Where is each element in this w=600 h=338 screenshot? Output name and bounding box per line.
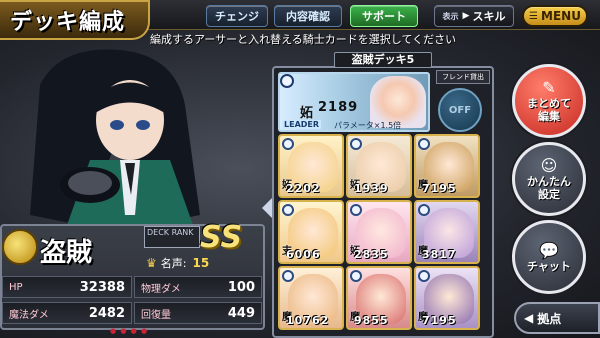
skill-icon — [350, 204, 362, 216]
stat-label: HP — [9, 281, 23, 293]
stat-label: 回復量 — [141, 309, 171, 321]
knight-card[interactable]: 魔 10762 — [278, 266, 344, 330]
deck-rank-label: DECK RANK — [147, 228, 194, 237]
knight-card[interactable]: 支 6006 — [278, 200, 344, 264]
stat-label: 魔法ダメ — [9, 309, 49, 321]
easy-setup-label: かんたん設定 — [527, 175, 571, 201]
skill-icon — [282, 204, 294, 216]
friend-lend-label: フレンド貸出 — [436, 70, 490, 84]
card-value: 2202 — [286, 182, 321, 195]
display-prefix-label: 表示 — [442, 11, 459, 21]
skill-icon — [282, 138, 294, 150]
toggle-state: OFF — [448, 104, 472, 116]
stats-grid: HP 32388 物理ダメ 100 魔法ダメ 2482 回復量 449 — [2, 276, 262, 326]
skill-icon — [280, 74, 294, 88]
leader-badge: LEADER — [282, 120, 322, 129]
home-base-label: 拠点 — [537, 311, 562, 326]
skill-icon — [282, 270, 294, 282]
support-button[interactable]: サポート — [350, 5, 418, 27]
card-value: 2835 — [354, 248, 389, 261]
stat-physical-damage: 物理ダメ 100 — [134, 276, 262, 298]
smile-icon: ☺ — [540, 156, 558, 175]
stat-value: 2482 — [88, 305, 125, 321]
change-button[interactable]: チェンジ — [206, 5, 268, 27]
leader-bonus: パラメータ×1.5倍 — [334, 121, 402, 130]
stat-label: 物理ダメ — [141, 283, 181, 295]
chat-bubble-icon: 💬 — [539, 240, 559, 260]
page-title: デッキ編成 — [10, 10, 126, 35]
skill-icon — [418, 204, 430, 216]
swap-arrow-icon: ▶ — [462, 11, 470, 21]
page-indicator: ● ● ● ● — [110, 327, 149, 335]
stat-magic-damage: 魔法ダメ 2482 — [2, 302, 132, 324]
bulk-edit-label: まとめて編集 — [527, 97, 571, 123]
skill-label: スキル — [472, 10, 506, 23]
card-value: 3817 — [422, 248, 457, 261]
deck-name: 盗賊デッキ5 — [334, 52, 432, 68]
knight-card[interactable]: 魔 7195 — [414, 266, 480, 330]
knight-card[interactable]: 魔 7195 — [414, 134, 480, 198]
stat-value: 32388 — [79, 279, 125, 295]
fame-value: 15 — [192, 256, 210, 270]
leader-class: 妬 — [300, 106, 314, 121]
prev-deck-arrow-icon[interactable] — [262, 198, 272, 218]
menu-label: MENU — [541, 9, 581, 23]
card-value: 7195 — [422, 182, 457, 195]
card-value: 7195 — [422, 314, 457, 327]
back-arrow-icon: ◀ — [524, 311, 534, 325]
card-value: 9855 — [354, 314, 389, 327]
card-value: 10762 — [286, 314, 330, 327]
content-check-button[interactable]: 内容確認 — [274, 5, 342, 27]
menu-icon: ☰ — [529, 10, 539, 22]
skill-icon — [350, 138, 362, 150]
knight-card[interactable]: 魔 9855 — [346, 266, 412, 330]
bulk-edit-button[interactable]: ✎ まとめて編集 — [512, 64, 586, 138]
stat-value: 449 — [227, 305, 255, 321]
friend-lend-toggle[interactable]: OFF — [438, 88, 482, 132]
knight-card[interactable]: 妬 1939 — [346, 134, 412, 198]
stat-value: 100 — [227, 279, 255, 295]
chat-button[interactable]: 💬 チャット — [512, 220, 586, 294]
leader-value: 2189 — [318, 100, 359, 115]
chat-label: チャット — [527, 259, 571, 273]
crown-icon: ♛ — [146, 256, 157, 270]
skill-icon — [350, 270, 362, 282]
knight-card[interactable]: 妬 2835 — [346, 200, 412, 264]
fame-label: 名声: — [160, 257, 187, 270]
home-base-button[interactable]: ◀ 拠点 — [514, 302, 600, 334]
knight-card[interactable]: 妬 2202 — [278, 134, 344, 198]
edit-icon: ✎ — [542, 78, 556, 97]
deck-type-label: 盗賊 — [40, 238, 93, 268]
skill-icon — [418, 138, 430, 150]
class-emblem-icon — [2, 229, 38, 265]
display-skill-toggle[interactable]: 表示 ▶ スキル — [434, 5, 514, 27]
deck-rank-value: SS — [200, 220, 243, 255]
fame-row: ♛ 名声: 15 — [146, 254, 262, 272]
easy-setup-button[interactable]: ☺ かんたん設定 — [512, 142, 586, 216]
stat-hp: HP 32388 — [2, 276, 132, 298]
stat-heal: 回復量 449 — [134, 302, 262, 324]
skill-icon — [418, 270, 430, 282]
card-value: 6006 — [286, 248, 321, 261]
menu-button[interactable]: ☰ MENU — [522, 5, 588, 27]
knight-card[interactable]: 魔 3817 — [414, 200, 480, 264]
card-value: 1939 — [354, 182, 389, 195]
